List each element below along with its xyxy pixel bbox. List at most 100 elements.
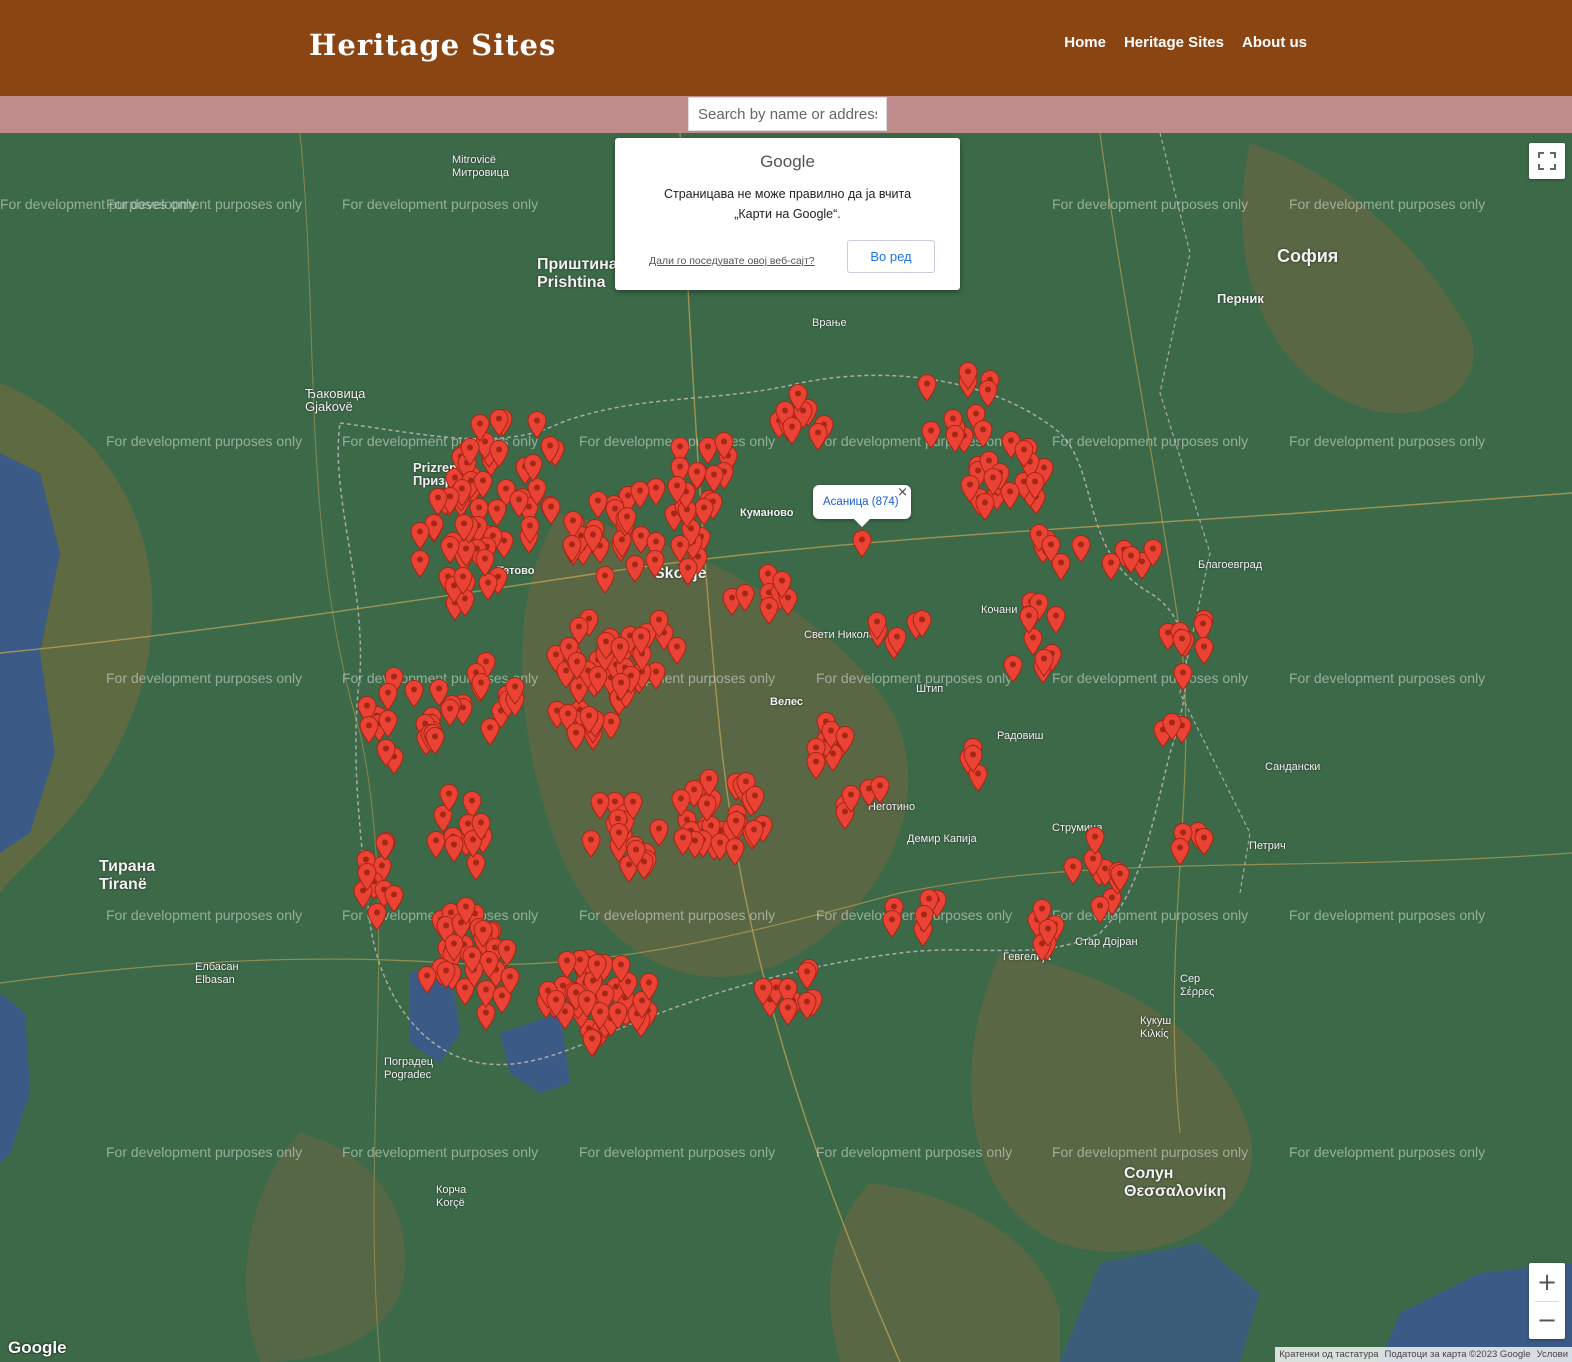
map-marker[interactable] bbox=[887, 626, 907, 655]
map-marker[interactable] bbox=[359, 716, 379, 745]
map-marker[interactable] bbox=[579, 706, 599, 735]
map-marker[interactable] bbox=[473, 920, 493, 948]
map-marker[interactable] bbox=[1173, 662, 1193, 691]
map-marker[interactable] bbox=[714, 431, 734, 460]
map-marker[interactable] bbox=[725, 838, 745, 867]
map-marker[interactable] bbox=[945, 425, 965, 453]
fullscreen-button[interactable] bbox=[1529, 143, 1565, 179]
map-marker[interactable] bbox=[475, 549, 495, 577]
map-marker[interactable] bbox=[772, 570, 792, 599]
map-marker[interactable] bbox=[978, 379, 998, 408]
map-marker[interactable] bbox=[375, 833, 395, 861]
map-marker[interactable] bbox=[797, 961, 817, 990]
map-marker[interactable] bbox=[759, 596, 779, 625]
map-marker[interactable] bbox=[625, 554, 645, 583]
map-marker[interactable] bbox=[649, 610, 669, 638]
map-marker[interactable] bbox=[870, 776, 890, 804]
map-marker[interactable] bbox=[778, 998, 798, 1026]
close-icon[interactable]: × bbox=[897, 485, 908, 500]
map-marker[interactable] bbox=[649, 819, 669, 848]
map-marker[interactable] bbox=[882, 909, 902, 938]
map-marker[interactable] bbox=[378, 683, 398, 712]
map-marker[interactable] bbox=[670, 534, 690, 563]
map-marker[interactable] bbox=[404, 680, 424, 708]
map-marker[interactable] bbox=[505, 677, 525, 706]
map-marker[interactable] bbox=[610, 636, 630, 665]
map-marker[interactable] bbox=[384, 884, 404, 913]
map-marker[interactable] bbox=[1038, 919, 1058, 947]
map-marker[interactable] bbox=[639, 972, 659, 1001]
map-marker[interactable] bbox=[557, 950, 577, 979]
map-marker[interactable] bbox=[367, 903, 387, 931]
ok-button[interactable]: Во ред bbox=[847, 240, 935, 273]
map-marker[interactable] bbox=[509, 489, 529, 518]
map-marker[interactable] bbox=[917, 374, 937, 403]
map-marker[interactable] bbox=[357, 863, 377, 892]
map-marker[interactable] bbox=[410, 550, 430, 578]
map-marker[interactable] bbox=[963, 744, 983, 773]
map-marker[interactable] bbox=[782, 416, 802, 445]
map-marker[interactable] bbox=[471, 673, 491, 702]
map-marker[interactable] bbox=[866, 611, 887, 640]
map-marker[interactable] bbox=[1143, 539, 1163, 568]
map-marker[interactable] bbox=[1162, 712, 1182, 741]
map-marker[interactable] bbox=[797, 991, 817, 1020]
map-marker[interactable] bbox=[520, 515, 540, 544]
map-marker[interactable] bbox=[425, 726, 445, 755]
map-marker[interactable] bbox=[645, 550, 665, 579]
map-marker[interactable] bbox=[440, 699, 460, 728]
map-marker[interactable] bbox=[841, 784, 861, 813]
map-marker[interactable] bbox=[453, 567, 473, 596]
map-marker[interactable] bbox=[487, 498, 507, 527]
map-marker[interactable] bbox=[444, 834, 464, 863]
map-marker[interactable] bbox=[577, 989, 597, 1018]
map-marker[interactable] bbox=[562, 535, 582, 564]
terms-link[interactable]: Услови bbox=[1537, 1349, 1568, 1360]
map-marker[interactable] bbox=[1046, 606, 1066, 634]
map-marker[interactable] bbox=[462, 945, 482, 974]
map-marker[interactable] bbox=[1063, 856, 1083, 885]
map-marker[interactable] bbox=[497, 938, 517, 967]
map-marker[interactable] bbox=[699, 768, 719, 797]
map-marker[interactable] bbox=[500, 966, 520, 995]
map-marker[interactable] bbox=[428, 487, 448, 516]
nav-heritage-sites[interactable]: Heritage Sites bbox=[1124, 34, 1224, 51]
map-marker[interactable] bbox=[1090, 895, 1110, 924]
map-marker[interactable] bbox=[1071, 535, 1091, 563]
map-marker[interactable] bbox=[569, 616, 589, 645]
map-marker[interactable] bbox=[1034, 649, 1054, 678]
map-view[interactable]: For development purposes only For develo… bbox=[0, 133, 1572, 1362]
map-marker[interactable] bbox=[671, 789, 691, 817]
map-marker[interactable] bbox=[921, 421, 941, 450]
nav-home[interactable]: Home bbox=[1064, 34, 1106, 51]
map-marker[interactable] bbox=[546, 990, 566, 1019]
map-marker[interactable] bbox=[735, 583, 755, 612]
map-marker[interactable] bbox=[806, 751, 826, 780]
zoom-in-button[interactable]: + bbox=[1529, 1263, 1565, 1301]
map-marker[interactable] bbox=[745, 786, 765, 814]
map-marker[interactable] bbox=[583, 524, 603, 553]
map-marker[interactable] bbox=[626, 840, 646, 869]
map-marker[interactable] bbox=[454, 513, 474, 542]
map-marker[interactable] bbox=[687, 462, 707, 491]
map-marker[interactable] bbox=[471, 813, 491, 841]
keyboard-shortcuts-link[interactable]: Кратенки од тастатура bbox=[1279, 1349, 1378, 1360]
map-marker[interactable] bbox=[983, 468, 1003, 496]
map-marker[interactable] bbox=[470, 413, 490, 442]
map-marker[interactable] bbox=[489, 439, 509, 468]
map-marker[interactable] bbox=[958, 362, 978, 391]
map-marker[interactable] bbox=[456, 897, 476, 926]
map-marker[interactable] bbox=[587, 953, 607, 982]
map-marker[interactable] bbox=[912, 610, 932, 638]
map-marker[interactable] bbox=[611, 672, 631, 701]
map-marker[interactable] bbox=[1110, 863, 1130, 892]
map-marker[interactable] bbox=[1014, 439, 1034, 468]
map-marker[interactable] bbox=[1121, 546, 1141, 574]
map-marker[interactable] bbox=[417, 965, 437, 994]
zoom-out-button[interactable]: − bbox=[1529, 1301, 1565, 1339]
map-marker[interactable] bbox=[914, 904, 934, 933]
selected-map-marker[interactable] bbox=[852, 530, 872, 558]
search-input[interactable] bbox=[688, 97, 887, 131]
map-marker[interactable] bbox=[704, 465, 724, 494]
map-marker[interactable] bbox=[1003, 655, 1023, 684]
